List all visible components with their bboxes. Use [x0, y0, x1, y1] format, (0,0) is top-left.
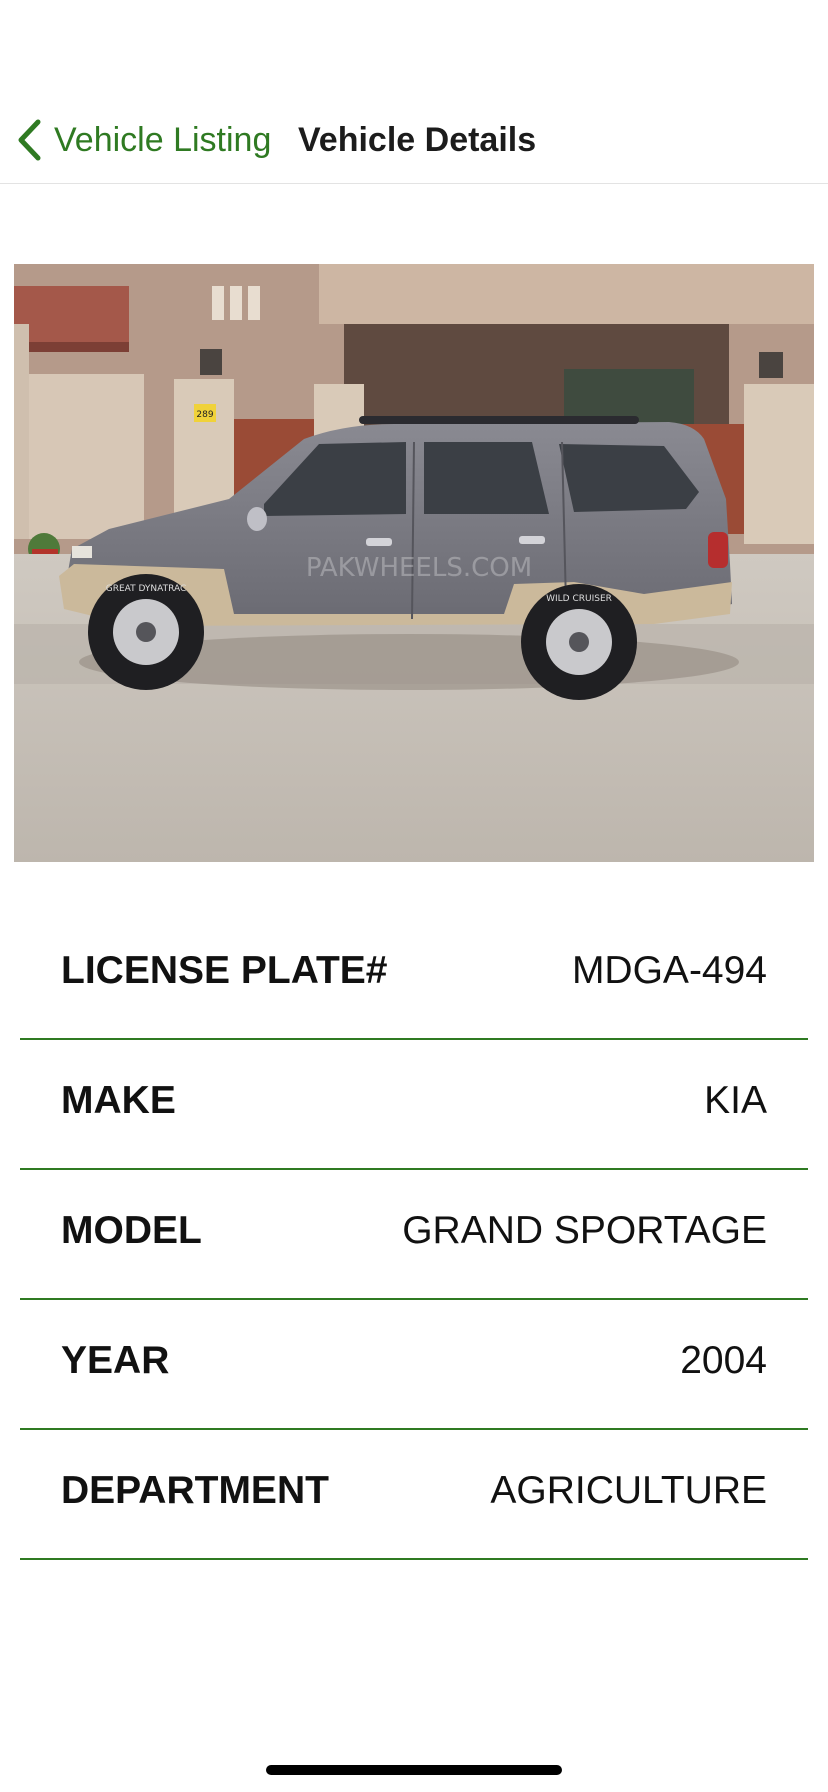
detail-value: GRAND SPORTAGE	[402, 1209, 767, 1252]
detail-value: MDGA-494	[571, 949, 767, 992]
tire-text-front: GREAT DYNATRAC	[106, 584, 187, 594]
vehicle-photo: 289 GREAT DYNATRAC WILD CRUISER PAKWHEEL…	[14, 264, 814, 862]
detail-label: LICENSE PLATE#	[61, 949, 388, 992]
detail-row-year: YEAR 2004	[20, 1300, 808, 1430]
detail-row-make: MAKE KIA	[20, 1040, 808, 1170]
detail-value: KIA	[704, 1079, 767, 1122]
page-title: Vehicle Details	[298, 121, 537, 159]
house-number: 289	[196, 410, 213, 420]
detail-row-license-plate: LICENSE PLATE# MDGA-494	[20, 910, 808, 1040]
back-button-label: Vehicle Listing	[54, 121, 272, 159]
detail-value: 2004	[680, 1339, 767, 1382]
detail-label: DEPARTMENT	[61, 1469, 329, 1512]
tire-text-rear: WILD CRUISER	[546, 594, 612, 604]
home-indicator[interactable]	[266, 1765, 562, 1775]
navigation-bar: Vehicle Listing Vehicle Details	[0, 100, 828, 184]
back-button[interactable]: Vehicle Listing	[14, 118, 271, 162]
detail-label: MODEL	[61, 1209, 202, 1252]
chevron-left-icon	[14, 118, 44, 162]
detail-label: MAKE	[61, 1079, 176, 1122]
photo-watermark: PAKWHEELS.COM	[306, 553, 532, 583]
detail-value: AGRICULTURE	[490, 1469, 767, 1512]
detail-row-department: DEPARTMENT AGRICULTURE	[20, 1430, 808, 1560]
detail-row-model: MODEL GRAND SPORTAGE	[20, 1170, 808, 1300]
detail-label: YEAR	[61, 1339, 170, 1382]
vehicle-details-list: LICENSE PLATE# MDGA-494 MAKE KIA MODEL G…	[20, 910, 808, 1560]
